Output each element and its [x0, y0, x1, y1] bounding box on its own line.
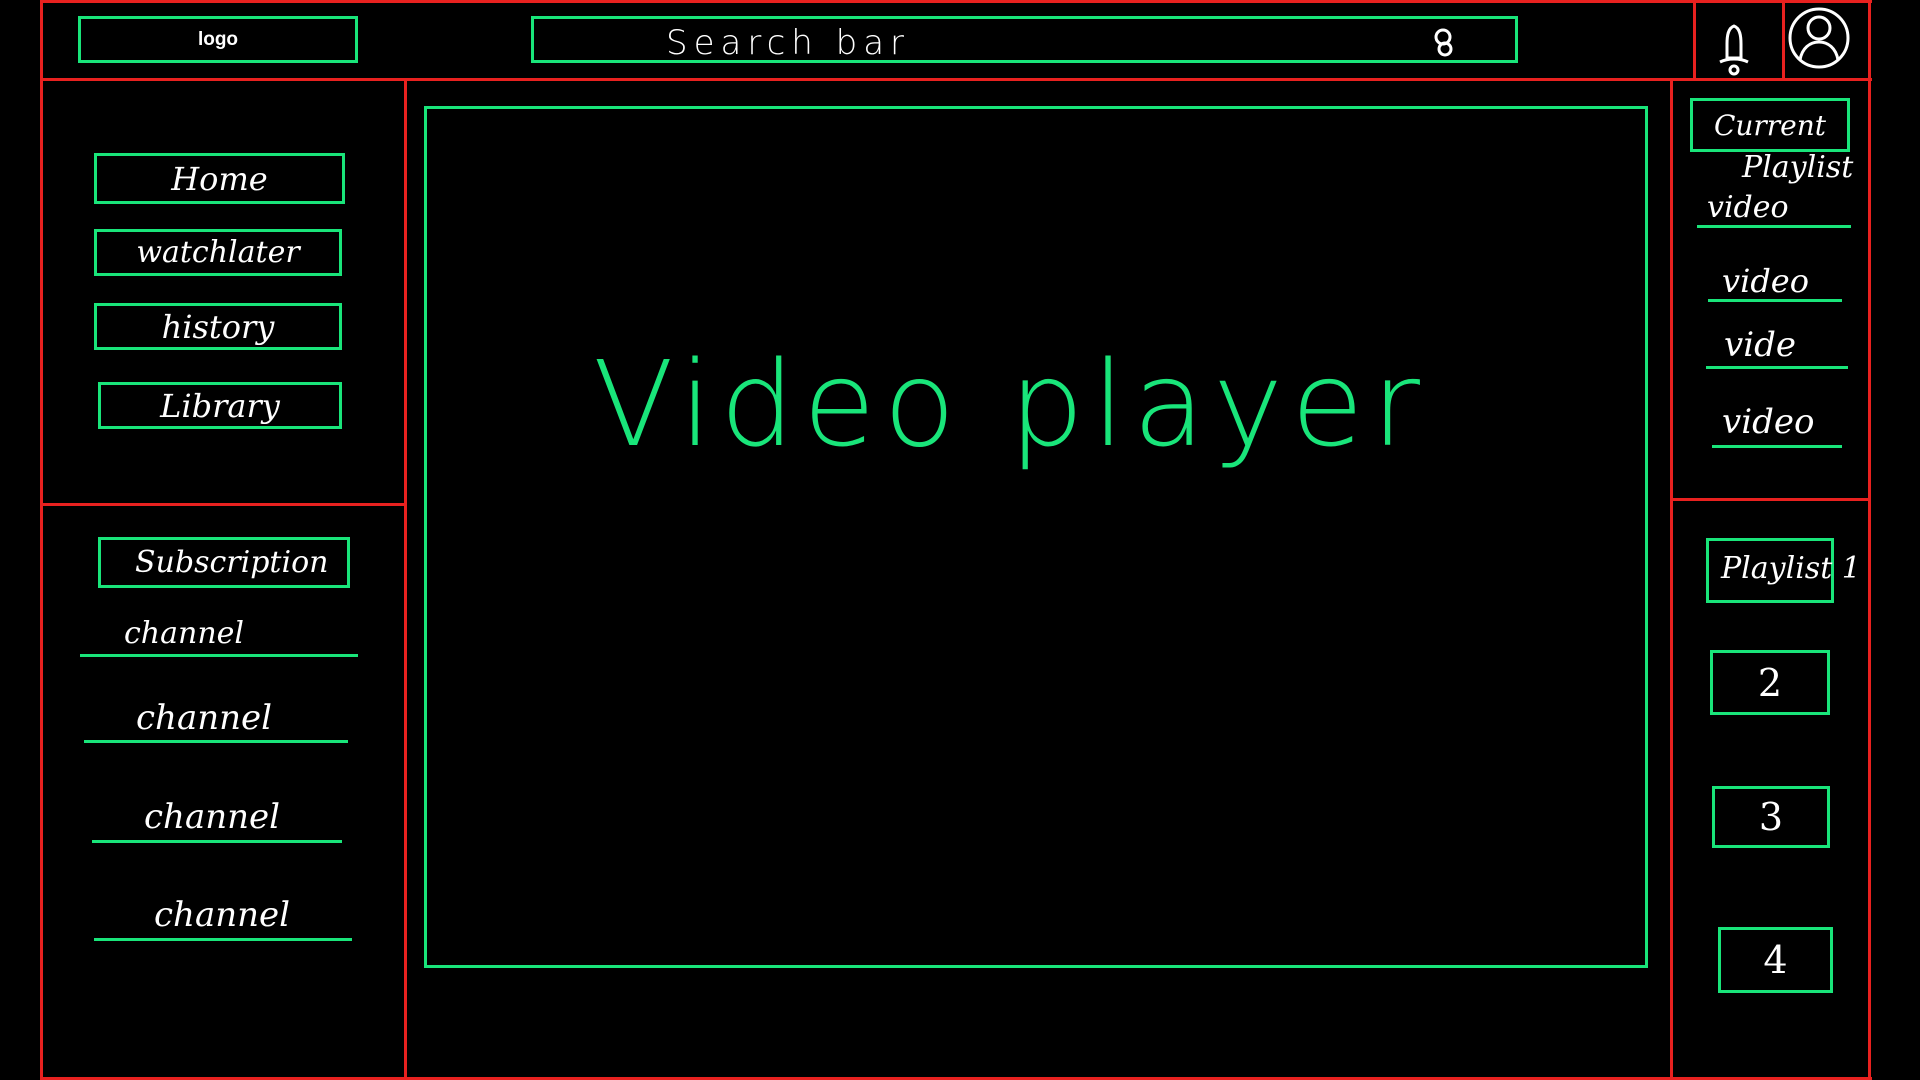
nav-watchlater-label: watchlater: [136, 235, 300, 270]
playlist-video-underline: [1708, 299, 1842, 302]
playlist-video-label: vide: [1724, 325, 1796, 365]
user-icon[interactable]: [1786, 4, 1852, 70]
frame-left-border: [40, 0, 43, 1080]
subscriptions-header[interactable]: Subscription: [98, 537, 350, 588]
playlist-video-underline: [1706, 366, 1848, 369]
nav-watchlater[interactable]: watchlater: [94, 229, 342, 276]
playlist-4[interactable]: 4: [1718, 927, 1833, 993]
playlist-video-label: video: [1722, 262, 1809, 300]
channel-item[interactable]: channel: [84, 696, 348, 743]
channel-underline: [94, 938, 352, 941]
playlist-3-label: 3: [1758, 795, 1784, 839]
playlist-video-underline: [1712, 445, 1842, 448]
nav-library[interactable]: Library: [98, 382, 342, 429]
playlist-heading: Playlist: [1742, 150, 1854, 185]
search-label: Search bar: [666, 23, 911, 63]
playlist-video-item[interactable]: video: [1697, 190, 1851, 228]
logo[interactable]: logo: [78, 16, 358, 63]
nav-home[interactable]: Home: [94, 153, 345, 204]
playlist-2[interactable]: 2: [1710, 650, 1830, 715]
video-player-label: Video player: [593, 335, 1429, 473]
playlist-video-label: video: [1722, 402, 1815, 442]
playlist-video-item[interactable]: video: [1712, 402, 1842, 448]
left-sidebar-divider: [404, 78, 407, 1080]
left-sidebar-section-divider: [40, 503, 406, 506]
channel-label: channel: [144, 797, 280, 837]
frame-top-border: [40, 0, 1872, 3]
channel-label: channel: [124, 616, 244, 651]
playlist-video-item[interactable]: video: [1708, 262, 1842, 302]
channel-underline: [84, 740, 348, 743]
channel-label: channel: [154, 895, 290, 935]
header-divider: [40, 78, 1872, 81]
nav-home-label: Home: [171, 159, 268, 198]
playlist-video-label: video: [1707, 190, 1789, 225]
channel-underline: [92, 840, 342, 843]
search-bar[interactable]: Search bar: [531, 16, 1518, 63]
bell-icon[interactable]: [1714, 18, 1754, 80]
playlist-2-label: 2: [1757, 660, 1783, 705]
right-panel-section-divider: [1670, 498, 1870, 501]
nav-history[interactable]: history: [94, 303, 342, 350]
playlist-1-label: Playlist 1: [1721, 551, 1861, 586]
right-panel-divider: [1670, 78, 1673, 1080]
nav-history-label: history: [161, 307, 275, 346]
channel-label: channel: [136, 698, 272, 738]
playlist-3[interactable]: 3: [1712, 786, 1830, 848]
playlist-video-underline: [1697, 225, 1851, 228]
channel-underline: [80, 654, 358, 657]
playlist-4-label: 4: [1763, 938, 1788, 982]
playlist-video-item[interactable]: vide: [1706, 325, 1848, 369]
playlist-1[interactable]: Playlist 1: [1706, 538, 1861, 603]
channel-item[interactable]: channel: [94, 893, 352, 941]
nav-library-label: Library: [160, 386, 280, 425]
frame-right-border: [1868, 0, 1871, 1080]
logo-label: logo: [197, 28, 239, 50]
video-player[interactable]: Video player: [424, 106, 1648, 968]
subscriptions-label: Subscription: [135, 545, 329, 580]
current-playlist-header[interactable]: Current: [1690, 98, 1850, 152]
channel-item[interactable]: channel: [92, 795, 342, 843]
current-label: Current: [1713, 108, 1827, 142]
channel-item[interactable]: channel: [80, 612, 358, 657]
header-icons-divider: [1693, 0, 1696, 80]
header-icons-divider-2: [1782, 0, 1785, 80]
search-icon[interactable]: [1427, 25, 1461, 59]
